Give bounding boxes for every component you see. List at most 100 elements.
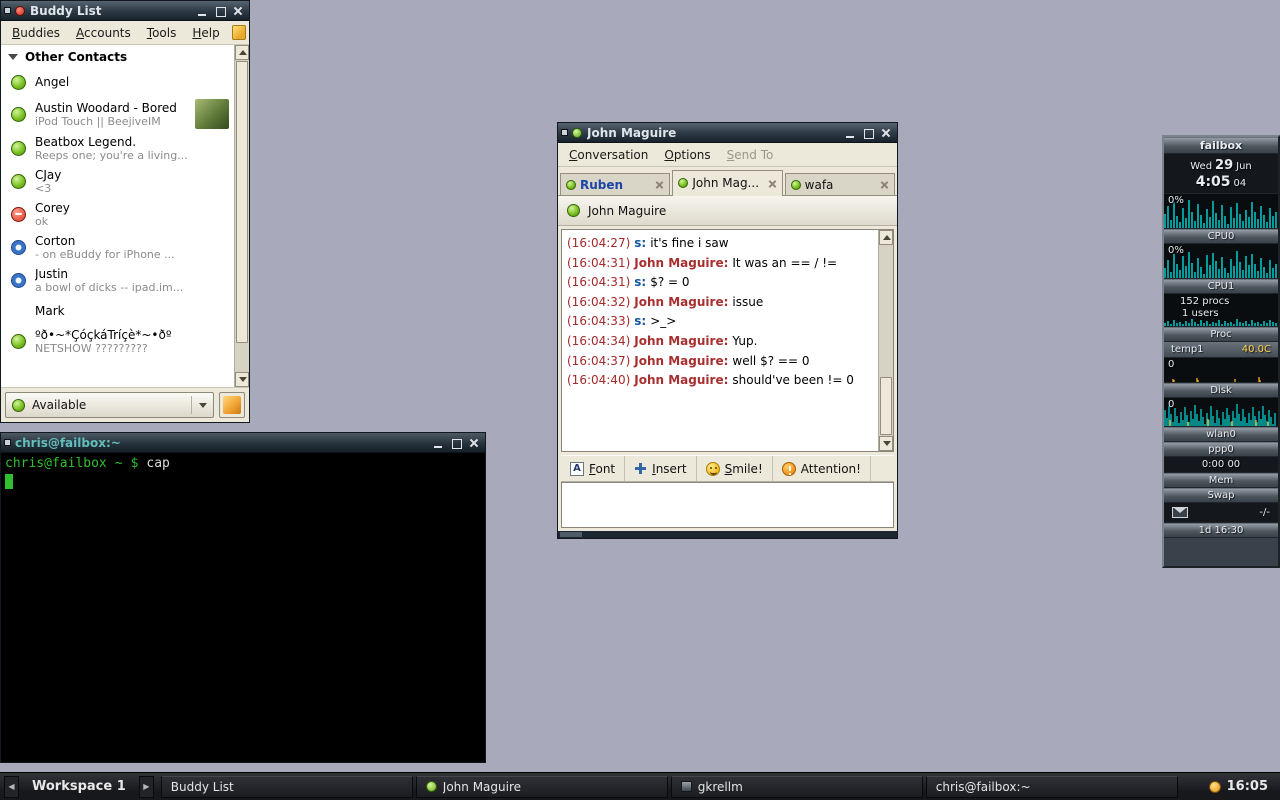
buddy-list-item[interactable]: ºð•~*ÇóçkáTríçè*~•ðº NETSHOW ????????? [1, 325, 234, 358]
insert-button[interactable]: Insert [625, 456, 696, 481]
buddy-status-message: - on eBuddy for iPhone ... [35, 248, 175, 261]
conversation-tabbar: Ruben John Mag... wafa [558, 167, 897, 196]
buddy-list-item[interactable]: CJay <3 [1, 165, 234, 198]
taskbar-task-button[interactable]: chris@failbox:~ [926, 776, 1178, 798]
ppp-timer[interactable]: 0:00 00 [1164, 457, 1278, 473]
scroll-down-icon[interactable] [879, 436, 893, 451]
clock-time: 4:0504 [1196, 174, 1247, 190]
uptime-panel[interactable]: 1d 16:30 [1164, 523, 1278, 538]
taskbar-task-button[interactable]: Buddy List [161, 776, 413, 798]
terminal-content[interactable]: chris@failbox~$cap [1, 453, 485, 762]
buddy-list-item[interactable]: Justin a bowl of dicks -- ipad.im... [1, 264, 234, 297]
buddy-list-scrollbar[interactable] [234, 45, 249, 387]
buddy-list-item[interactable]: Angel [1, 68, 234, 96]
workspace-label: Workspace 1 [22, 779, 136, 794]
workspace-prev-button[interactable]: ◀ [4, 776, 19, 798]
window-menu-icon[interactable] [5, 8, 10, 13]
menu-item[interactable]: Conversation [561, 145, 656, 165]
buddy-list-item[interactable]: Beatbox Legend. Reeps one; you're a livi… [1, 132, 234, 165]
tab-close-icon[interactable] [880, 180, 889, 189]
contact-status-icon [567, 204, 580, 217]
status-selector[interactable]: Available [5, 392, 214, 418]
buddy-list-item[interactable]: Corton - on eBuddy for iPhone ... [1, 231, 234, 264]
scrollbar-thumb[interactable] [236, 61, 248, 343]
message-sender: s: [634, 314, 646, 328]
gkrellm-clock[interactable]: Wed29Jun 4:0504 [1164, 154, 1278, 194]
cpu1-label[interactable]: CPU1 [1164, 279, 1278, 294]
proc-label[interactable]: Proc [1164, 327, 1278, 342]
gkrellm-hostname[interactable]: failbox [1164, 137, 1278, 154]
buddy-list-item[interactable]: Corey ok [1, 198, 234, 231]
minimize-icon[interactable] [843, 126, 857, 140]
window-menu-icon[interactable] [562, 130, 567, 135]
tab-close-icon[interactable] [655, 180, 664, 189]
taskbar-task-button[interactable]: gkrellm [671, 776, 923, 798]
close-icon[interactable] [467, 436, 481, 450]
close-icon[interactable] [879, 126, 893, 140]
minimize-icon[interactable] [431, 436, 445, 450]
chevron-down-icon[interactable] [199, 403, 207, 408]
conversation-tab[interactable]: Ruben [560, 173, 670, 195]
wlan0-label[interactable]: wlan0 [1164, 427, 1278, 442]
scroll-down-icon[interactable] [235, 372, 249, 387]
window-menu-icon[interactable] [5, 440, 10, 445]
terminal-titlebar[interactable]: chris@failbox:~ [1, 433, 485, 453]
menu-item[interactable]: Accounts [68, 23, 139, 43]
font-button[interactable]: A Font [561, 456, 625, 481]
message-text: it's fine i saw [650, 236, 728, 250]
cpu0-chart[interactable]: 0% [1164, 194, 1278, 229]
buddy-texts: Beatbox Legend. Reeps one; you're a livi… [35, 135, 188, 162]
buddy-list-item[interactable]: Austin Woodard - Bored iPod Touch || Bee… [1, 96, 234, 132]
chat-history-pane: (16:04:27)s:it's fine i saw (16:04:31)Jo… [561, 229, 894, 452]
cpu1-chart[interactable]: 0% [1164, 244, 1278, 279]
maximize-icon[interactable] [449, 436, 463, 450]
conversation-titlebar[interactable]: John Maguire [558, 123, 897, 143]
attention-button[interactable]: Attention! [773, 456, 871, 481]
sensor-panel[interactable]: temp1 40.0C [1164, 342, 1278, 358]
workspace-next-button[interactable]: ▶ [139, 776, 154, 798]
task-label: John Maguire [443, 780, 521, 794]
group-expander-icon[interactable] [8, 54, 18, 60]
message-input[interactable] [561, 482, 894, 528]
maximize-icon[interactable] [213, 4, 227, 18]
scrollbar-thumb[interactable] [880, 377, 892, 435]
mail-panel[interactable]: -/- [1164, 503, 1278, 523]
buddy-list-item[interactable]: Mark [1, 297, 234, 325]
cpu0-label[interactable]: CPU0 [1164, 229, 1278, 244]
buddy-icon-button[interactable] [219, 392, 245, 418]
window-resize-bar[interactable] [558, 531, 897, 538]
smile-button[interactable]: Smile! [697, 456, 773, 481]
taskbar-clock: 16:05 [1201, 779, 1276, 794]
notification-icon[interactable] [232, 25, 246, 40]
ppp0-label[interactable]: ppp0 [1164, 442, 1278, 457]
contact-group-header[interactable]: Other Contacts [1, 45, 234, 68]
tab-status-icon [566, 180, 576, 190]
minimize-icon[interactable] [195, 4, 209, 18]
menu-item[interactable]: Options [656, 145, 718, 165]
buddy-list-titlebar[interactable]: Buddy List [1, 1, 249, 21]
close-icon[interactable] [231, 4, 245, 18]
conversation-tab[interactable]: wafa [785, 173, 895, 195]
terminal-prompt-line: chris@failbox~$cap [5, 456, 481, 471]
menu-item[interactable]: Help [184, 23, 227, 43]
tab-close-icon[interactable] [768, 179, 777, 188]
maximize-icon[interactable] [861, 126, 875, 140]
clock-weekday: Wed [1190, 161, 1212, 172]
scroll-up-icon[interactable] [879, 230, 893, 245]
disk-chart[interactable]: 0 [1164, 358, 1278, 383]
conversation-window: John Maguire Conversation Options Send T… [557, 122, 898, 539]
disk-label[interactable]: Disk [1164, 383, 1278, 398]
menu-item[interactable]: Buddies [4, 23, 68, 43]
message-sender: s: [634, 236, 646, 250]
proc-chart[interactable]: 152 procs 1 users [1164, 294, 1278, 327]
chat-scrollbar[interactable] [878, 230, 893, 451]
taskbar-task-button[interactable]: John Maguire [416, 776, 668, 798]
mem-label[interactable]: Mem [1164, 473, 1278, 488]
scroll-up-icon[interactable] [235, 45, 249, 60]
swap-label[interactable]: Swap [1164, 488, 1278, 503]
net-chart[interactable]: 0 [1164, 398, 1278, 427]
tab-status-icon [791, 180, 801, 190]
menu-item[interactable]: Tools [139, 23, 185, 43]
conversation-tab[interactable]: John Mag... [672, 170, 782, 195]
menu-item[interactable]: Send To [719, 145, 782, 165]
